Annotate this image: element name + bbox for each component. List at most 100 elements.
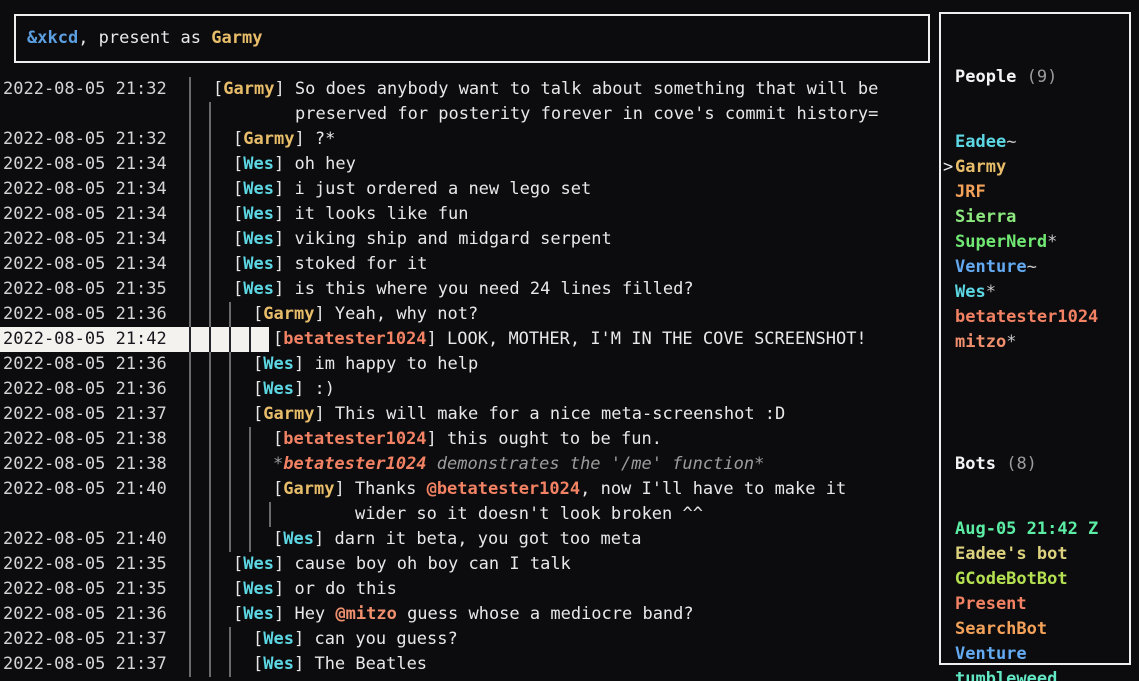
nick[interactable]: betatester1024: [283, 429, 426, 449]
bot-list-item[interactable]: SearchBot: [955, 617, 1129, 642]
message-row[interactable]: 2022-08-05 21:36[Wes] Hey @mitzo guess w…: [0, 602, 938, 627]
nick[interactable]: Garmy: [243, 129, 294, 149]
user-list-item[interactable]: JRF: [955, 180, 1129, 205]
thread-guide-line: [229, 527, 249, 552]
user-list-item[interactable]: Sierra: [955, 205, 1129, 230]
thread-guide-line: [209, 177, 229, 202]
nick[interactable]: Wes: [243, 204, 274, 224]
message-row[interactable]: 2022-08-05 21:40[Wes] darn it beta, you …: [0, 527, 938, 552]
message-content: [Wes] oh hey: [229, 152, 356, 177]
thread-guide-line: [229, 352, 249, 377]
user-list-item-name: mitzo: [955, 332, 1006, 352]
nick[interactable]: Wes: [243, 579, 274, 599]
nick[interactable]: Wes: [263, 379, 294, 399]
nick[interactable]: Wes: [243, 279, 274, 299]
nick[interactable]: Wes: [243, 554, 274, 574]
user-list-item-name: SuperNerd: [955, 232, 1047, 252]
user-list-item[interactable]: >Garmy: [955, 155, 1129, 180]
message-row[interactable]: 2022-08-05 21:34[Wes] oh hey: [0, 152, 938, 177]
user-list-item-name: Sierra: [955, 207, 1016, 227]
bot-list-item[interactable]: GCodeBotBot: [955, 567, 1129, 592]
thread-guide-line: [229, 452, 249, 477]
mention[interactable]: @mitzo: [335, 604, 396, 624]
timestamp: 2022-08-05 21:35: [0, 277, 178, 302]
thread-guide-line: [189, 77, 209, 102]
bot-list-item[interactable]: Aug-05 21:42 Z: [955, 517, 1129, 542]
message-row[interactable]: 2022-08-05 21:36[Wes] im happy to help: [0, 352, 938, 377]
message-row[interactable]: 2022-08-05 21:34[Wes] i just ordered a n…: [0, 177, 938, 202]
message-row[interactable]: wider so it doesn't look broken ^^: [0, 502, 938, 527]
user-list-item[interactable]: Eadee~: [955, 130, 1129, 155]
message-row[interactable]: 2022-08-05 21:32[Garmy] So does anybody …: [0, 77, 938, 102]
thread-guide-line: [229, 302, 249, 327]
thread-guide-line: [189, 527, 209, 552]
message-row[interactable]: 2022-08-05 21:37[Wes] The Beatles: [0, 652, 938, 677]
status-suffix: ~: [1006, 132, 1016, 152]
nick[interactable]: Garmy: [263, 404, 314, 424]
thread-guide-line: [189, 427, 209, 452]
nick[interactable]: Wes: [243, 604, 274, 624]
bot-list-item[interactable]: tumbleweed: [955, 667, 1129, 681]
thread-guide-line: [209, 127, 229, 152]
thread-guide-line: [209, 202, 229, 227]
thread-guide-line: [209, 227, 229, 252]
action-nick[interactable]: betatester1024: [283, 454, 426, 474]
thread-guides: [178, 652, 249, 677]
message-row[interactable]: 2022-08-05 21:32[Garmy] ?*: [0, 127, 938, 152]
nick[interactable]: Wes: [263, 354, 294, 374]
user-list-item[interactable]: Wes*: [955, 280, 1129, 305]
thread-guides: [178, 127, 229, 152]
channel-name[interactable]: &xkcd: [27, 28, 78, 48]
user-list-item[interactable]: Venture~: [955, 255, 1129, 280]
thread-guide-line: [209, 252, 229, 277]
nick[interactable]: Wes: [283, 529, 314, 549]
message-row[interactable]: 2022-08-05 21:38*betatester1024 demonstr…: [0, 452, 938, 477]
message-content: [Wes] i just ordered a new lego set: [229, 177, 591, 202]
message-row[interactable]: preserved for posterity forever in cove'…: [0, 102, 938, 127]
user-list-item[interactable]: mitzo*: [955, 330, 1129, 355]
message-row[interactable]: 2022-08-05 21:37[Wes] can you guess?: [0, 627, 938, 652]
thread-guide-line: [209, 627, 229, 652]
nick[interactable]: betatester1024: [283, 329, 426, 349]
message-row[interactable]: 2022-08-05 21:35[Wes] cause boy oh boy c…: [0, 552, 938, 577]
nick[interactable]: Wes: [263, 654, 294, 674]
thread-guide-line: [209, 327, 229, 352]
message-row[interactable]: 2022-08-05 21:35[Wes] or do this: [0, 577, 938, 602]
nick[interactable]: Wes: [243, 254, 274, 274]
thread-guide-line: [189, 177, 209, 202]
user-list-item[interactable]: betatester1024: [955, 305, 1129, 330]
self-nick[interactable]: Garmy: [211, 28, 262, 48]
timestamp: 2022-08-05 21:37: [0, 627, 178, 652]
thread-guide-line: [189, 327, 209, 352]
nick[interactable]: Garmy: [263, 304, 314, 324]
message-row[interactable]: 2022-08-05 21:35[Wes] is this where you …: [0, 277, 938, 302]
thread-guides: [178, 177, 229, 202]
message-content: [Wes] darn it beta, you got too meta: [269, 527, 642, 552]
message-row[interactable]: 2022-08-05 21:40[Garmy] Thanks @betatest…: [0, 477, 938, 502]
message-content: [Wes] or do this: [229, 577, 397, 602]
nick[interactable]: Wes: [243, 229, 274, 249]
nick[interactable]: Wes: [243, 154, 274, 174]
user-list-item-name: JRF: [955, 182, 986, 202]
bot-list-item[interactable]: Eadee's bot: [955, 542, 1129, 567]
thread-guide-line: [189, 652, 209, 677]
message-row[interactable]: 2022-08-05 21:37[Garmy] This will make f…: [0, 402, 938, 427]
bot-list-item[interactable]: Present: [955, 592, 1129, 617]
message-row[interactable]: 2022-08-05 21:34[Wes] it looks like fun: [0, 202, 938, 227]
message-row[interactable]: 2022-08-05 21:34[Wes] stoked for it: [0, 252, 938, 277]
message-row[interactable]: 2022-08-05 21:34[Wes] viking ship and mi…: [0, 227, 938, 252]
message-row[interactable]: 2022-08-05 21:42[betatester1024] LOOK, M…: [0, 327, 938, 352]
bot-list-item[interactable]: Venture: [955, 642, 1129, 667]
nick[interactable]: Wes: [263, 629, 294, 649]
nick[interactable]: Garmy: [283, 479, 334, 499]
message-row[interactable]: 2022-08-05 21:36[Garmy] Yeah, why not?: [0, 302, 938, 327]
message-row[interactable]: 2022-08-05 21:38[betatester1024] this ou…: [0, 427, 938, 452]
timestamp: 2022-08-05 21:37: [0, 402, 178, 427]
nick[interactable]: Wes: [243, 179, 274, 199]
thread-guide-line: [189, 577, 209, 602]
nick[interactable]: Garmy: [223, 79, 274, 99]
mention[interactable]: @betatester1024: [427, 479, 581, 499]
thread-guide-line: [189, 202, 209, 227]
user-list-item[interactable]: SuperNerd*: [955, 230, 1129, 255]
message-row[interactable]: 2022-08-05 21:36[Wes] :): [0, 377, 938, 402]
